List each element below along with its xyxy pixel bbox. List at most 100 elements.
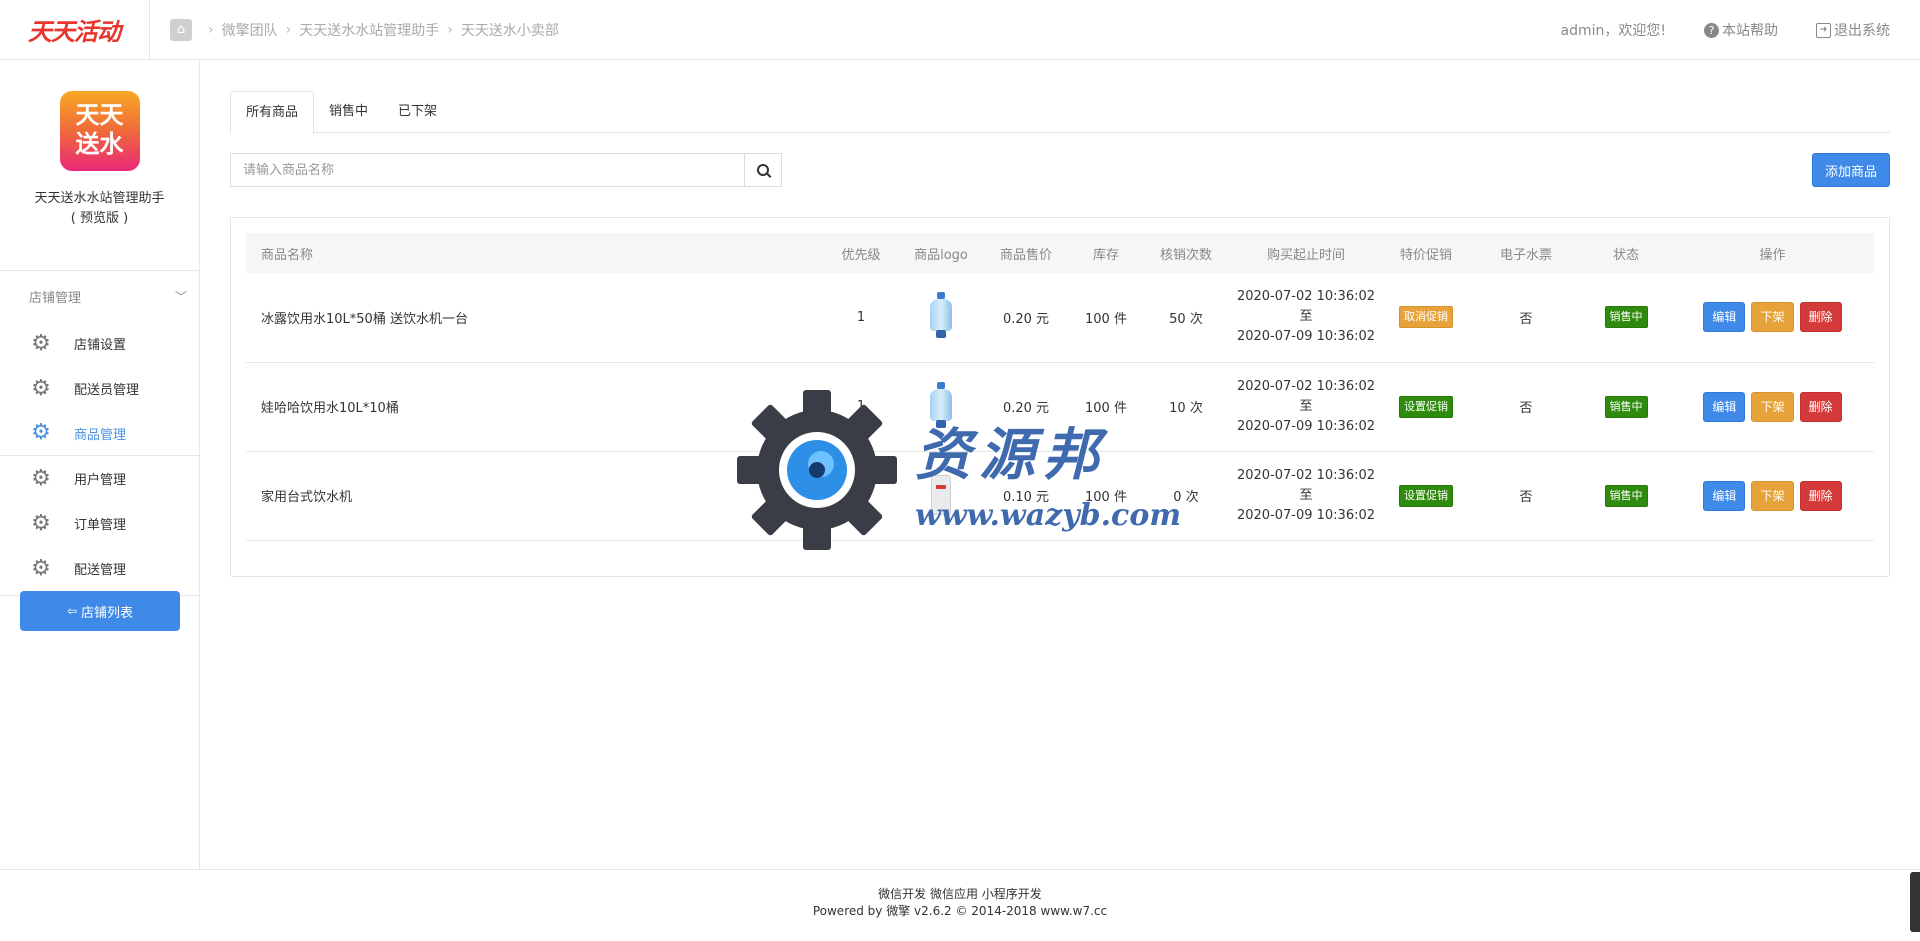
app-logo: 天天 送水 bbox=[59, 91, 140, 171]
status-cell: 销售中 bbox=[1581, 451, 1671, 540]
sidebar-item-label: 商品管理 bbox=[74, 427, 127, 443]
product-name: 娃哈哈饮用水10L*10桶 bbox=[261, 401, 399, 416]
add-product-button[interactable]: 添加商品 bbox=[1811, 153, 1890, 187]
actions-cell: 编辑 下架 删除 bbox=[1671, 451, 1874, 540]
product-tabs: 所有商品 销售中 已下架 bbox=[230, 91, 1890, 134]
store-list-label: 店铺列表 bbox=[81, 605, 134, 621]
product-logo-cell bbox=[901, 273, 981, 362]
product-stock: 100 件 bbox=[1085, 490, 1127, 505]
offshelf-button[interactable]: 下架 bbox=[1751, 480, 1794, 511]
promo-button[interactable]: 设置促销 bbox=[1399, 395, 1453, 418]
product-priority: 1 bbox=[856, 309, 866, 325]
search-group bbox=[230, 153, 782, 187]
sidebar-item-label: 店铺设置 bbox=[74, 338, 127, 353]
tab-off-shelf[interactable]: 已下架 bbox=[383, 91, 452, 133]
sidebar-item-couriers[interactable]: ⚙ 配送员管理 bbox=[0, 366, 199, 411]
logout-link[interactable]: ➜ 退出系统 bbox=[1816, 20, 1890, 40]
site-logo-text: 天天活动 bbox=[28, 18, 121, 46]
app-name-line2: ( 预览版 ) bbox=[70, 211, 129, 226]
chevron-down-icon: ﹀ bbox=[174, 289, 187, 304]
home-icon[interactable]: ⌂ bbox=[170, 18, 192, 41]
user-greeting: admin，欢迎您! bbox=[1560, 23, 1666, 39]
sidebar-item-orders[interactable]: ⚙ 订单管理 bbox=[0, 501, 199, 546]
edit-button[interactable]: 编辑 bbox=[1703, 302, 1746, 333]
app-name-line1: 天天送水水站管理助手 bbox=[34, 191, 165, 206]
sidebar-item-users[interactable]: ⚙ 用户管理 bbox=[0, 456, 199, 501]
offshelf-button[interactable]: 下架 bbox=[1751, 302, 1794, 333]
sidebar-item-store-settings[interactable]: ⚙ 店铺设置 bbox=[0, 321, 199, 366]
product-table: 商品名称 优先级 商品logo 商品售价 库存 核销次数 购买起止时间 特价促销… bbox=[246, 233, 1874, 541]
promo-button[interactable]: 取消促销 bbox=[1399, 306, 1453, 329]
sidebar: 天天 送水 天天送水水站管理助手 ( 预览版 ) 店铺管理 ﹀ ⚙ 店铺设置 ⚙… bbox=[0, 61, 200, 869]
actions-cell: 编辑 下架 删除 bbox=[1671, 362, 1874, 451]
gear-icon: ⚙ bbox=[31, 555, 51, 581]
product-time-range: 2020-07-02 10:36:02 至 2020-07-09 10:36:0… bbox=[1231, 451, 1381, 540]
sidebar-item-delivery[interactable]: ⚙ 配送管理 bbox=[0, 546, 199, 591]
delete-button[interactable]: 删除 bbox=[1799, 480, 1842, 511]
help-link[interactable]: ? 本站帮助 bbox=[1704, 20, 1778, 40]
tab-all-products[interactable]: 所有商品 bbox=[230, 91, 315, 134]
app-logo-line1: 天天 bbox=[75, 101, 124, 129]
store-list-button[interactable]: ⇦ 店铺列表 bbox=[20, 591, 180, 631]
breadcrumb-item[interactable]: 微擎团队 bbox=[222, 20, 278, 40]
product-eticket: 否 bbox=[1519, 311, 1533, 327]
gear-icon: ⚙ bbox=[31, 375, 51, 401]
main-content: 所有商品 销售中 已下架 添加商品 商品名称 优先级 商品logo 商品售价 库… bbox=[230, 91, 1890, 577]
search-input[interactable] bbox=[230, 153, 744, 187]
edit-button[interactable]: 编辑 bbox=[1703, 480, 1746, 511]
time-end: 2020-07-09 10:36:02 bbox=[1236, 418, 1376, 434]
scrollbar-thumb[interactable] bbox=[1910, 872, 1920, 932]
app-logo-line2: 送水 bbox=[75, 130, 124, 158]
product-name: 冰露饮用水10L*50桶 送饮水机一台 bbox=[261, 311, 468, 327]
product-name: 家用台式饮水机 bbox=[261, 490, 353, 505]
col-eticket: 电子水票 bbox=[1499, 247, 1552, 263]
app-name: 天天送水水站管理助手 ( 预览版 ) bbox=[0, 189, 199, 229]
product-priority: 1 bbox=[856, 488, 866, 503]
water-dispenser-icon bbox=[930, 471, 952, 517]
breadcrumb-item[interactable]: 天天送水水站管理助手 bbox=[299, 20, 439, 40]
search-button[interactable] bbox=[744, 153, 782, 187]
promo-button[interactable]: 设置促销 bbox=[1399, 484, 1453, 507]
status-badge: 销售中 bbox=[1604, 306, 1648, 329]
section-store-management[interactable]: 店铺管理 ﹀ bbox=[0, 271, 199, 321]
col-time-range: 购买起止时间 bbox=[1266, 247, 1345, 263]
product-table-panel: 商品名称 优先级 商品logo 商品售价 库存 核销次数 购买起止时间 特价促销… bbox=[230, 217, 1890, 577]
breadcrumb-item[interactable]: 天天送水小卖部 bbox=[461, 20, 559, 40]
product-eticket: 否 bbox=[1519, 401, 1533, 416]
product-logo-cell bbox=[901, 451, 981, 540]
status-badge: 销售中 bbox=[1604, 484, 1648, 507]
site-logo[interactable]: 天天活动 bbox=[0, 0, 150, 60]
col-stock: 库存 bbox=[1092, 247, 1119, 263]
product-eticket: 否 bbox=[1519, 490, 1533, 505]
time-separator: 至 bbox=[1299, 309, 1313, 325]
table-row: 家用台式饮水机 1 0.10 元 100 件 0 次 2020-07-02 10… bbox=[246, 451, 1874, 540]
product-time-range: 2020-07-02 10:36:02 至 2020-07-09 10:36:0… bbox=[1231, 273, 1381, 362]
sidebar-item-label: 配送管理 bbox=[74, 563, 127, 578]
help-label: 本站帮助 bbox=[1722, 23, 1778, 39]
edit-button[interactable]: 编辑 bbox=[1703, 391, 1746, 422]
gear-icon: ⚙ bbox=[31, 510, 51, 536]
col-actions: 操作 bbox=[1759, 247, 1786, 263]
table-row: 冰露饮用水10L*50桶 送饮水机一台 1 0.20 元 100 件 50 次 … bbox=[246, 273, 1874, 362]
sidebar-item-label: 用户管理 bbox=[74, 473, 127, 488]
logout-label: 退出系统 bbox=[1834, 23, 1890, 39]
sidebar-item-products[interactable]: ⚙ 商品管理 bbox=[0, 411, 199, 456]
status-cell: 销售中 bbox=[1581, 362, 1671, 451]
exit-icon: ⇦ bbox=[66, 604, 78, 618]
delete-button[interactable]: 删除 bbox=[1799, 391, 1842, 422]
chevron-right-icon: › bbox=[208, 21, 214, 38]
product-verify-count: 0 次 bbox=[1173, 490, 1199, 505]
header-right: admin，欢迎您! ? 本站帮助 ➜ 退出系统 bbox=[1523, 0, 1890, 60]
col-price: 商品售价 bbox=[999, 247, 1052, 263]
top-header: 天天活动 ⌂ › 微擎团队 › 天天送水水站管理助手 › 天天送水小卖部 adm… bbox=[0, 0, 1920, 60]
product-stock: 100 件 bbox=[1085, 401, 1127, 416]
chevron-right-icon: › bbox=[285, 21, 292, 38]
product-priority: 1 bbox=[856, 399, 866, 414]
offshelf-button[interactable]: 下架 bbox=[1751, 391, 1794, 422]
delete-button[interactable]: 删除 bbox=[1799, 302, 1842, 333]
col-verify-count: 核销次数 bbox=[1159, 247, 1212, 263]
time-end: 2020-07-09 10:36:02 bbox=[1236, 507, 1376, 523]
promo-cell: 设置促销 bbox=[1381, 362, 1471, 451]
tab-on-sale[interactable]: 销售中 bbox=[314, 91, 383, 133]
actions-cell: 编辑 下架 删除 bbox=[1671, 273, 1874, 362]
